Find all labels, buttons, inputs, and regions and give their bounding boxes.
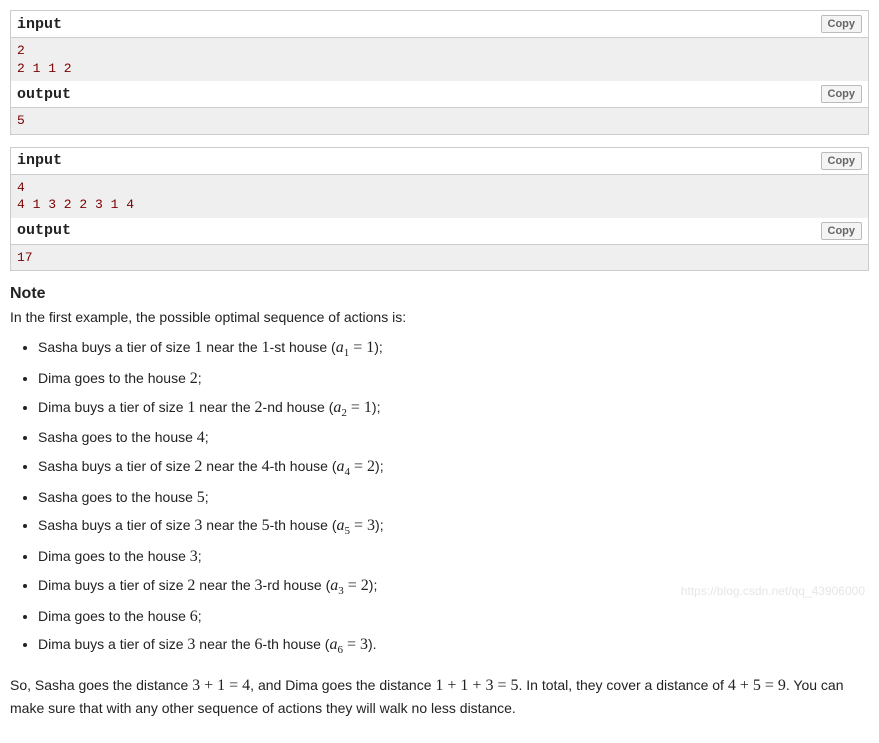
output-label: output	[17, 86, 71, 103]
closing-text: , and Dima goes the distance	[250, 677, 435, 693]
input-label: input	[17, 152, 62, 169]
note-step: Dima goes to the house 3;	[38, 544, 869, 570]
input-body: 2 2 1 1 2	[11, 38, 868, 81]
note-closing: So, Sasha goes the distance 3 + 1 = 4, a…	[10, 674, 869, 719]
example-1: input Copy 2 2 1 1 2 output Copy 5	[10, 10, 869, 135]
note-step: Dima buys a tier of size 3 near the 6-th…	[38, 632, 869, 660]
note-step: Sasha goes to the house 5;	[38, 485, 869, 511]
note-intro: In the first example, the possible optim…	[10, 309, 869, 325]
note-title: Note	[10, 285, 869, 303]
output-label: output	[17, 222, 71, 239]
note-steps: Sasha buys a tier of size 1 near the 1-s…	[10, 335, 869, 660]
copy-button[interactable]: Copy	[821, 15, 863, 33]
input-body: 4 4 1 3 2 2 3 1 4	[11, 175, 868, 218]
note-step: Sasha buys a tier of size 3 near the 5-t…	[38, 513, 869, 541]
note-step: Dima goes to the house 2;	[38, 366, 869, 392]
output-body: 17	[11, 245, 868, 271]
note-step: Dima goes to the house 6;	[38, 604, 869, 630]
note-step: Dima buys a tier of size 1 near the 2-nd…	[38, 395, 869, 423]
example-2: input Copy 4 4 1 3 2 2 3 1 4 output Copy…	[10, 147, 869, 272]
input-label: input	[17, 16, 62, 33]
note-step: Dima buys a tier of size 2 near the 3-rd…	[38, 573, 869, 601]
closing-text: . In total, they cover a distance of	[518, 677, 727, 693]
output-header: output Copy	[11, 218, 868, 245]
input-header: input Copy	[11, 11, 868, 38]
note-step: Sasha buys a tier of size 1 near the 1-s…	[38, 335, 869, 363]
copy-button[interactable]: Copy	[821, 222, 863, 240]
closing-eq: 3 + 1 = 4	[192, 677, 250, 694]
input-header: input Copy	[11, 148, 868, 175]
output-body: 5	[11, 108, 868, 134]
output-header: output Copy	[11, 81, 868, 108]
closing-eq: 4 + 5 = 9	[728, 677, 786, 694]
copy-button[interactable]: Copy	[821, 85, 863, 103]
note-step: Sasha goes to the house 4;	[38, 425, 869, 451]
closing-text: So, Sasha goes the distance	[10, 677, 192, 693]
closing-eq: 1 + 1 + 3 = 5	[435, 677, 518, 694]
note-step: Sasha buys a tier of size 2 near the 4-t…	[38, 454, 869, 482]
copy-button[interactable]: Copy	[821, 152, 863, 170]
